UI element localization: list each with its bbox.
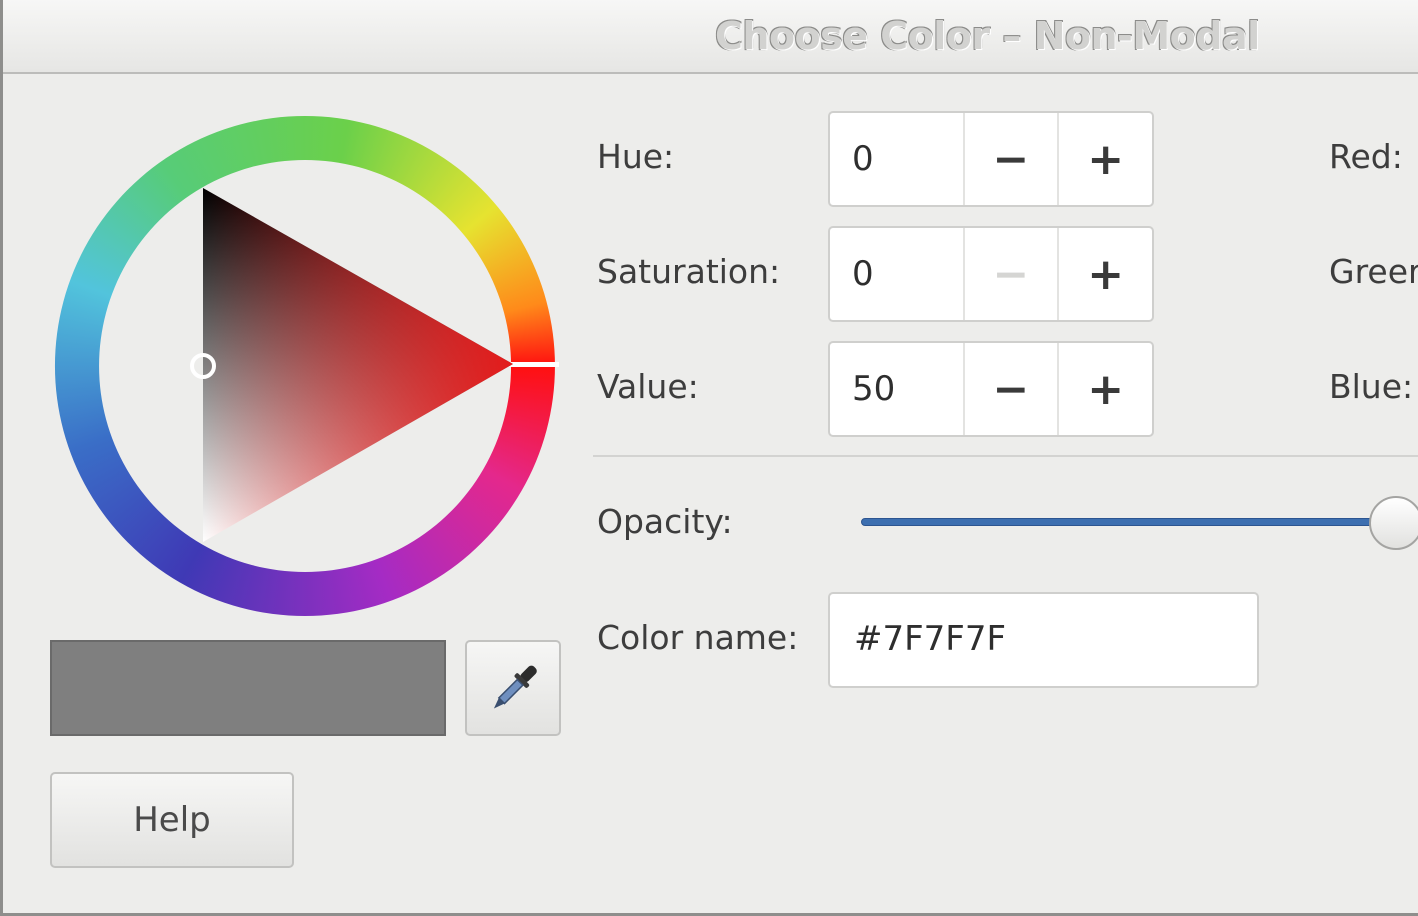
current-color-swatch <box>50 640 446 736</box>
value-label: Value: <box>597 367 699 406</box>
eyedropper-icon <box>493 665 537 709</box>
value-value[interactable]: 50 <box>830 343 965 435</box>
saturation-decrement-button[interactable]: − <box>965 228 1060 320</box>
color-name-field[interactable]: #7F7F7F <box>828 592 1259 688</box>
hue-value[interactable]: 0 <box>830 113 965 205</box>
window-title: Choose Color – Non-Modal <box>715 14 1260 58</box>
color-chooser-dialog: Choose Color – Non-Modal Hue: 0 − + Satu… <box>0 0 1418 916</box>
separator <box>593 455 1418 457</box>
saturation-spinbutton[interactable]: 0 − + <box>828 226 1154 322</box>
help-button[interactable]: Help <box>50 772 294 868</box>
value-increment-button[interactable]: + <box>1059 343 1152 435</box>
hue-label: Hue: <box>597 137 675 176</box>
hue-marker[interactable] <box>509 362 559 367</box>
sv-triangle[interactable] <box>203 188 513 542</box>
opacity-label: Opacity: <box>597 502 733 541</box>
saturation-value[interactable]: 0 <box>830 228 965 320</box>
color-name-label: Color name: <box>597 618 799 657</box>
hue-spinbutton[interactable]: 0 − + <box>828 111 1154 207</box>
opacity-slider-track[interactable] <box>861 518 1401 526</box>
hue-increment-button[interactable]: + <box>1059 113 1152 205</box>
color-picker-button[interactable] <box>465 640 561 736</box>
value-spinbutton[interactable]: 50 − + <box>828 341 1154 437</box>
saturation-label: Saturation: <box>597 252 781 291</box>
red-label: Red: <box>1329 137 1403 176</box>
hsv-color-wheel[interactable] <box>51 112 559 620</box>
green-label: Greer <box>1329 252 1418 291</box>
hue-decrement-button[interactable]: − <box>965 113 1060 205</box>
value-decrement-button[interactable]: − <box>965 343 1060 435</box>
opacity-slider-handle[interactable] <box>1369 496 1418 550</box>
title-bar[interactable]: Choose Color – Non-Modal <box>3 0 1418 74</box>
saturation-increment-button[interactable]: + <box>1059 228 1152 320</box>
blue-label: Blue: <box>1329 367 1414 406</box>
